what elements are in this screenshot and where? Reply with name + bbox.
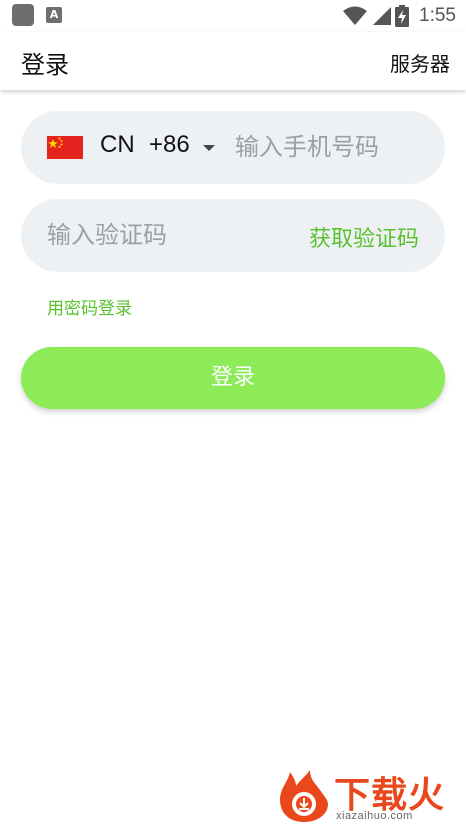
watermark: 下载火 xiazaihuo.com	[274, 766, 464, 826]
status-time: 1:55	[419, 5, 456, 26]
china-flag-icon[interactable]	[47, 136, 83, 159]
battery-charging-icon	[395, 5, 410, 27]
server-button[interactable]: 服务器	[390, 48, 450, 77]
status-bar: A 1:55	[0, 0, 466, 32]
app-bar: 登录 服务器	[0, 32, 466, 90]
dial-code[interactable]: +86	[149, 131, 190, 159]
verification-code-input[interactable]	[47, 215, 257, 255]
verification-code-field: 获取验证码	[21, 199, 445, 272]
wifi-icon	[343, 6, 368, 25]
flame-logo-icon	[280, 770, 328, 822]
phone-input[interactable]	[235, 127, 425, 167]
login-button[interactable]: 登录	[21, 347, 445, 409]
dropdown-caret-icon[interactable]	[203, 145, 215, 151]
app-icon	[12, 4, 34, 26]
page-title: 登录	[21, 51, 69, 79]
signal-icon	[373, 7, 392, 25]
phone-field: CN +86	[21, 111, 445, 184]
get-code-button[interactable]: 获取验证码	[309, 221, 419, 253]
password-login-link[interactable]: 用密码登录	[47, 294, 132, 319]
watermark-url: xiazaihuo.com	[336, 810, 413, 822]
country-code[interactable]: CN	[100, 131, 135, 159]
a-notification-icon: A	[46, 7, 62, 23]
